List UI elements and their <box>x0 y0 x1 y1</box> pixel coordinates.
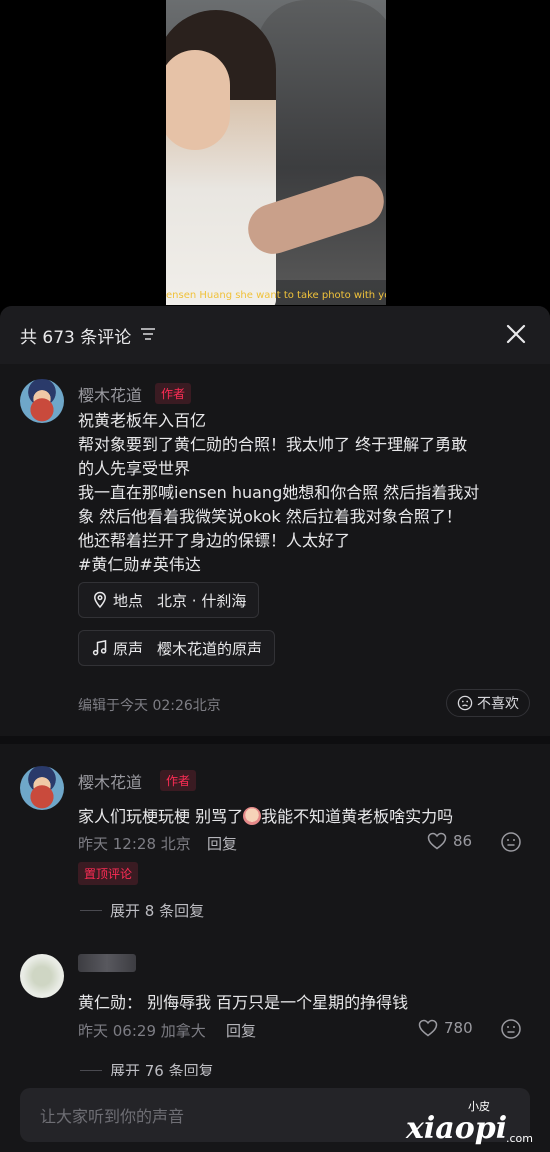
sound-value: 樱木花道的原声 <box>157 639 263 658</box>
reply-button[interactable]: 回复 <box>226 1020 256 1041</box>
comment-text-line: 他还帮着拦开了身边的保镖！人太好了 <box>78 531 351 550</box>
author-badge: 作者 <box>155 383 192 404</box>
location-value: 北京 · 什刹海 <box>157 591 247 610</box>
location-chip[interactable]: 地点 北京 · 什刹海 <box>78 582 260 618</box>
comment-text-line: 帮对象要到了黄仁勋的合照！我太帅了 终于理解了勇敢 <box>78 435 468 454</box>
sound-chip[interactable]: 原声 樱木花道的原声 <box>78 630 276 666</box>
comment-input-bar: 让大家听到你的声音 小皮 xiaopi .com <box>0 1076 550 1152</box>
sort-filter-icon[interactable] <box>140 327 156 341</box>
comment-text-line: 的人先享受世界 <box>78 459 191 478</box>
video-player[interactable]: ensen Huang she want to take photo with … <box>0 0 550 310</box>
music-note-icon <box>92 639 107 656</box>
dislike-button[interactable]: 不喜欢 <box>446 689 530 717</box>
dislike-label: 不喜欢 <box>477 696 519 712</box>
comment-text: 黄仁勋： 别侮辱我 百万只是一个星期的挣得钱 <box>78 993 409 1012</box>
video-person-left <box>166 10 276 305</box>
hashtags[interactable]: #黄仁勋#英伟达 <box>78 551 201 575</box>
comment-text-part: 我能不知道黄老板啥实力吗 <box>261 807 454 826</box>
location-pin-icon <box>94 591 106 609</box>
video-subtitle: ensen Huang she want to take photo with … <box>166 290 386 301</box>
close-icon[interactable] <box>504 322 528 346</box>
video-frame: ensen Huang she want to take photo with … <box>166 0 386 305</box>
expand-replies-button[interactable]: 展开 8 条回复 <box>80 900 204 921</box>
emoji-react-icon[interactable] <box>500 831 522 853</box>
heart-icon <box>418 1019 438 1037</box>
sad-face-icon <box>457 695 473 711</box>
comment-text-line: 我一直在那喊iensen huang她想和你合照 然后指着我对 <box>78 483 480 502</box>
comment-text-line: 祝黄老板年入百亿 <box>78 411 207 430</box>
like-count: 780 <box>444 1019 473 1037</box>
like-count: 86 <box>453 832 473 850</box>
like-button[interactable]: 780 <box>418 1019 473 1037</box>
avatar[interactable] <box>20 954 64 998</box>
reply-button[interactable]: 回复 <box>207 833 237 854</box>
video-face <box>166 50 230 150</box>
comment-time: 昨天 06:29 加拿大 <box>78 1022 206 1040</box>
comment-text-line: 象 然后他看着我微笑说okok 然后拉着我对象合照了！ <box>78 507 462 526</box>
sound-label: 原声 <box>113 639 144 658</box>
avatar[interactable] <box>20 766 64 810</box>
avatar[interactable] <box>20 379 64 423</box>
comment-text: 家人们玩梗玩梗 别骂了 我能不知道黄老板啥实力吗 <box>78 803 453 827</box>
comment-count-title: 共 673 条评论 <box>20 328 132 348</box>
comment-username[interactable]: 樱木花道 <box>78 382 142 406</box>
comment-text-part: 家人们玩梗玩梗 别骂了 <box>78 807 244 826</box>
comment-panel-header: 共 673 条评论 <box>0 306 550 364</box>
watermark-logo: 小皮 xiaopi .com <box>405 1100 533 1146</box>
watermark-text: xiaopi <box>405 1111 507 1146</box>
author-badge: 作者 <box>160 770 197 791</box>
pinned-comment-badge: 置顶评论 <box>78 862 139 885</box>
expand-line <box>80 1070 102 1071</box>
comment-username-blurred[interactable] <box>78 954 136 972</box>
expand-line <box>80 910 102 911</box>
comment-username[interactable]: 樱木花道 <box>78 769 142 793</box>
edited-timestamp: 编辑于今天 02:26北京 <box>78 698 221 714</box>
comment-input-placeholder: 让大家听到你的声音 <box>40 1107 185 1126</box>
crying-emoji-icon <box>243 807 262 825</box>
section-divider <box>0 736 550 744</box>
heart-icon <box>427 832 447 850</box>
like-button[interactable]: 86 <box>427 832 472 850</box>
emoji-react-icon[interactable] <box>500 1018 522 1040</box>
watermark-domain: .com <box>506 1132 533 1145</box>
comment-time: 昨天 12:28 北京 <box>78 835 191 853</box>
expand-replies-label: 展开 8 条回复 <box>110 902 205 920</box>
comment-panel: 共 673 条评论 樱木花道 作者 祝黄老板年入百亿 帮对象要到了黄仁勋的合照！… <box>0 306 550 1152</box>
location-label: 地点 <box>113 591 144 610</box>
